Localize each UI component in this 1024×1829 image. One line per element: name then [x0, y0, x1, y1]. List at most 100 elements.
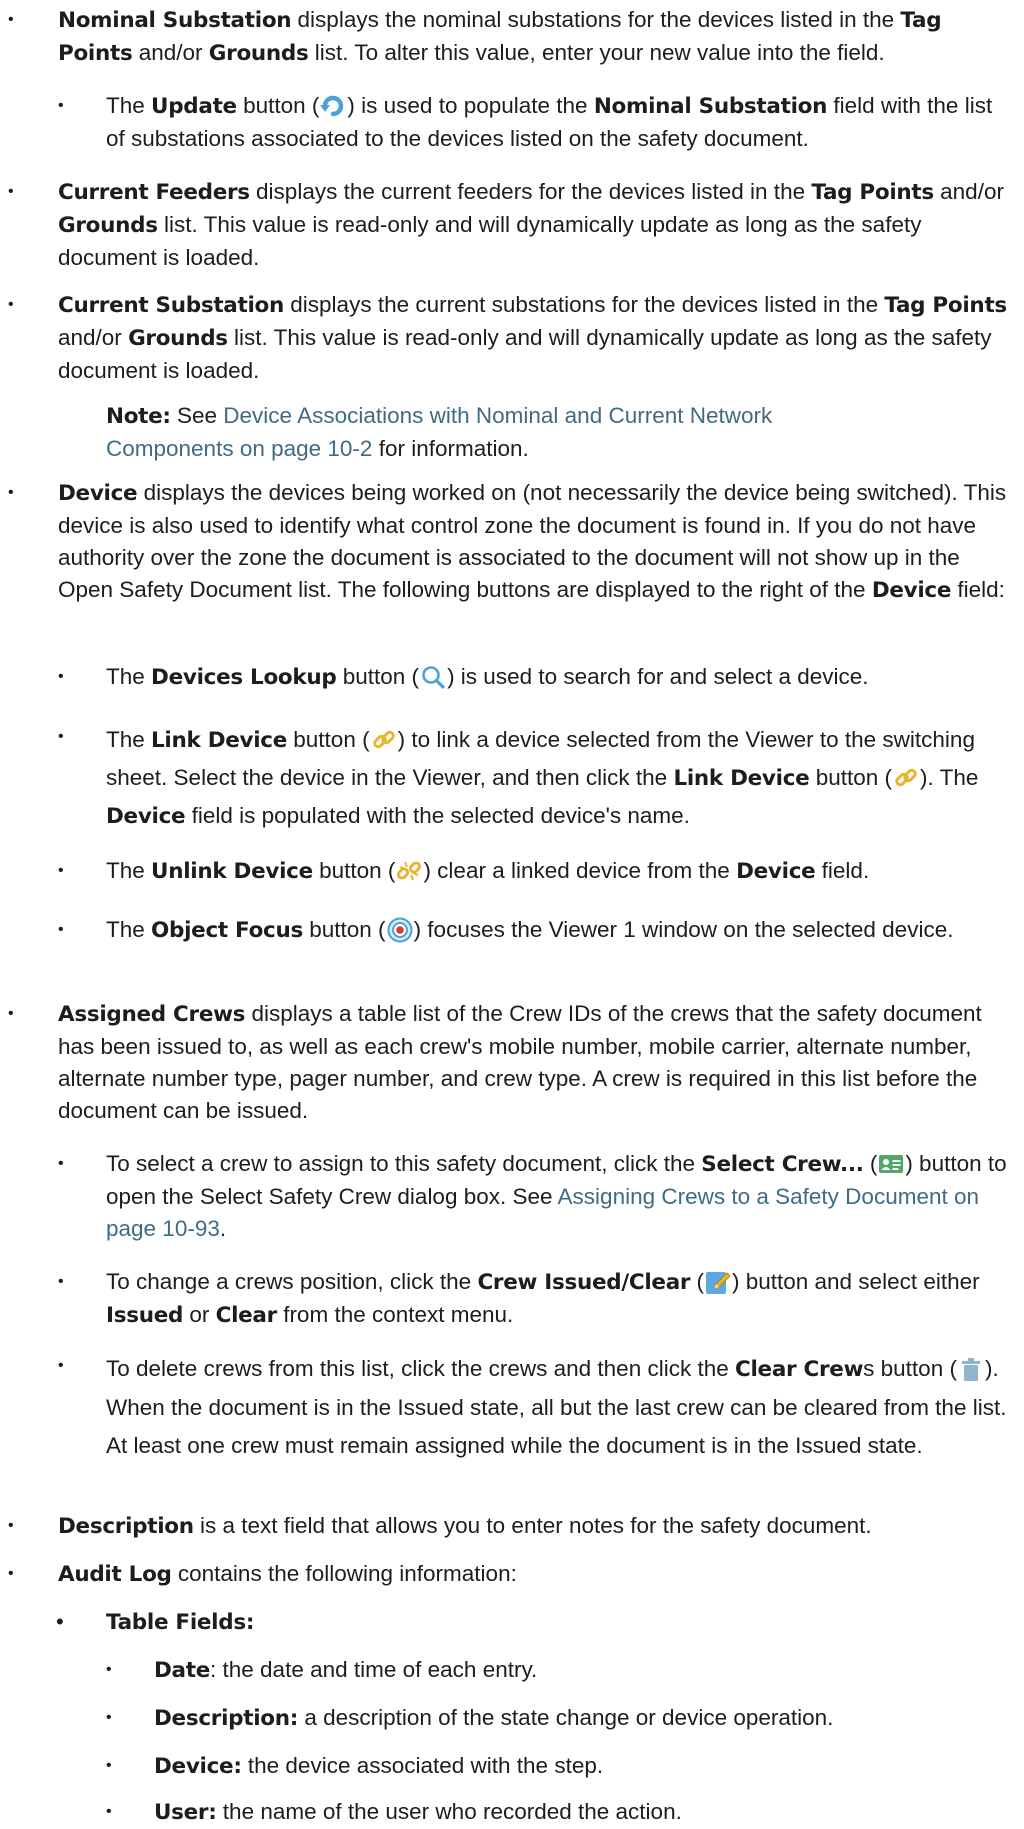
text: The [106, 93, 152, 118]
bullet: • [8, 1517, 14, 1534]
term-nominal-substation: Nominal Substation [58, 8, 292, 33]
bullet: • [106, 1757, 112, 1774]
text: ) clear a linked device from the [423, 858, 737, 883]
bullet: • [58, 1273, 64, 1290]
text: the name of the user who recorded the ac… [216, 1799, 682, 1824]
text: button ( [287, 727, 370, 752]
term-assigned-crews: Assigned Crews [58, 1002, 246, 1027]
list-item-field-description: • Description: a description of the stat… [0, 1702, 1024, 1735]
list-item-devices-lookup: • The Devices Lookup button () is used t… [0, 661, 1024, 694]
link-icon [893, 765, 919, 791]
term-audit-log: Audit Log [58, 1562, 172, 1587]
list-item-field-user: • User: the name of the user who recorde… [0, 1796, 1024, 1829]
term-current-substation: Current Substation [58, 293, 285, 318]
text: The [106, 858, 152, 883]
text: To change a crews position, click the [106, 1269, 478, 1294]
term-issued: Issued [106, 1303, 184, 1328]
text: contains the following information: [171, 1561, 517, 1586]
text: . [219, 1216, 227, 1241]
list-item-object-focus: • The Object Focus button () focuses the… [0, 914, 1024, 947]
list-item-table-fields: • Table Fields: [0, 1606, 1024, 1639]
bullet: • [58, 862, 64, 879]
bullet: • [106, 1709, 112, 1726]
text: displays the nominal substations for the… [291, 7, 901, 32]
term-grounds: Grounds [58, 213, 158, 238]
bullet: • [58, 921, 64, 938]
bullet: • [8, 11, 14, 28]
list-item-unlink-device: • The Unlink Device button () clear a li… [0, 855, 1024, 888]
bullet: • [58, 668, 64, 685]
list-item-device: • Device displays the devices being work… [0, 477, 1024, 607]
text: from the context menu. [276, 1302, 514, 1327]
text: The [106, 664, 152, 689]
list-item-crew-issued-clear: • To change a crews position, click the … [0, 1266, 1024, 1332]
document-page: • Nominal Substation displays the nomina… [0, 0, 1024, 1825]
bullet: • [58, 728, 64, 745]
term-current-feeders: Current Feeders [58, 180, 250, 205]
term-device: Device [871, 578, 952, 603]
bullet: • [8, 296, 14, 313]
link-icon [371, 727, 397, 753]
list-item-nominal-substation: • Nominal Substation displays the nomina… [0, 4, 1024, 70]
text: ( [863, 1151, 878, 1176]
list-item-link-device: • The Link Device button () to link a de… [0, 721, 1024, 835]
text: and/or [132, 40, 209, 65]
term-tag-points: Tag Points [884, 293, 1007, 318]
text: ) button and select either [731, 1269, 980, 1294]
term-update: Update [151, 94, 237, 119]
text: displays the devices being worked on (no… [58, 480, 1007, 602]
text: and/or [933, 179, 1004, 204]
text: ( [690, 1269, 704, 1294]
term-select-crew: Select Crew... [701, 1152, 864, 1177]
text: To select a crew to assign to this safet… [106, 1151, 702, 1176]
list-item-update-button: • The Update button () is used to popula… [0, 90, 1024, 155]
bullet: • [106, 1803, 112, 1820]
text: displays the current feeders for the dev… [249, 179, 812, 204]
text: button ( [303, 917, 386, 942]
bullet: • [8, 1565, 14, 1582]
term-crew-issued-clear: Crew Issued/Clear [477, 1270, 691, 1295]
term-tag-points: Tag Points [811, 180, 934, 205]
bullet: • [8, 183, 14, 200]
term-link-device: Link Device [151, 728, 288, 753]
text: ). The [920, 765, 979, 790]
list-item-audit-log: • Audit Log contains the following infor… [0, 1558, 1024, 1591]
term-grounds: Grounds [208, 41, 309, 66]
bullet: • [58, 1155, 64, 1172]
list-item-clear-crews: • To delete crews from this list, click … [0, 1350, 1024, 1465]
term-description: Description: [154, 1706, 299, 1731]
list-item-current-feeders: • Current Feeders displays the current f… [0, 176, 1024, 274]
crew-card-icon [878, 1151, 904, 1177]
list-item-assigned-crews: • Assigned Crews displays a table list o… [0, 998, 1024, 1127]
note: Note: See Device Associations with Nomin… [0, 400, 1024, 465]
text: displays the current substations for the… [284, 292, 885, 317]
term-device: Device [58, 481, 138, 506]
term-description: Description [58, 1514, 194, 1539]
text: field is populated with the selected dev… [185, 803, 690, 828]
text: button ( [312, 858, 396, 883]
list-item-field-device: • Device: the device associated with the… [0, 1750, 1024, 1783]
text: See [170, 403, 224, 428]
trash-icon [958, 1356, 984, 1382]
target-icon [387, 917, 413, 943]
text: field. [815, 858, 870, 883]
text: button ( [809, 765, 892, 790]
text: and/or [58, 325, 129, 350]
text: list. To alter this value, enter your ne… [308, 40, 885, 65]
edit-pencil-icon [705, 1269, 731, 1295]
list-item-current-substation: • Current Substation displays the curren… [0, 289, 1024, 387]
bullet: • [58, 97, 64, 114]
refresh-icon [320, 93, 346, 119]
list-item-description: • Description is a text field that allow… [0, 1510, 1024, 1543]
unlink-icon [396, 858, 422, 884]
term-grounds: Grounds [128, 326, 228, 351]
text: ) is used to populate the [347, 93, 594, 118]
term-devices-lookup: Devices Lookup [151, 665, 337, 690]
bullet: • [58, 1357, 64, 1374]
term-date: Date [154, 1658, 211, 1683]
text: is a text field that allows you to enter… [193, 1513, 872, 1538]
text: list. This value is read-only and will d… [58, 212, 922, 270]
list-item-field-date: • Date: the date and time of each entry. [0, 1654, 1024, 1687]
bullet: • [8, 1005, 14, 1022]
term-device: Device [106, 804, 186, 829]
